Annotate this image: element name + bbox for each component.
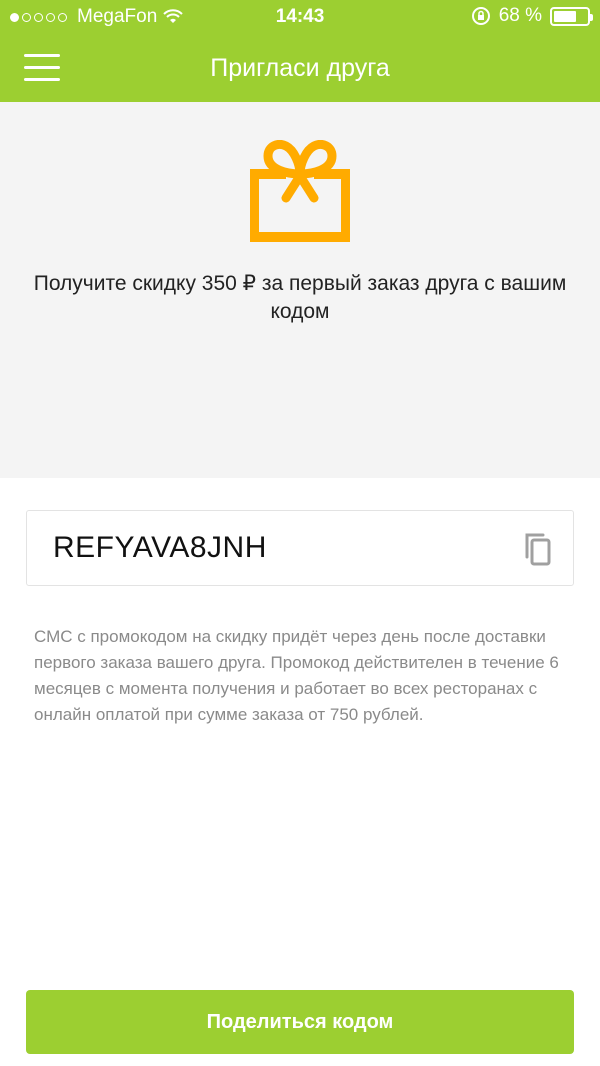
battery-percent: 68 % [498, 5, 542, 26]
top-bar: MegaFon 14:43 68 % Пригласи друга [0, 0, 600, 102]
status-bar: MegaFon 14:43 68 % [0, 0, 600, 34]
promo-code-field[interactable]: REFYAVA8JNH [26, 510, 574, 586]
rotation-lock-icon [471, 7, 490, 25]
page-title: Пригласи друга [210, 54, 390, 82]
discount-message: Получите скидку 350 ₽ за первый заказ др… [33, 272, 567, 323]
nav-bar: Пригласи друга [0, 34, 600, 102]
invite-friend-screen: MegaFon 14:43 68 % Пригласи друга Получи… [0, 0, 600, 1066]
battery-icon [550, 6, 593, 26]
gift-icon [250, 140, 350, 242]
status-right: 68 % [471, 5, 593, 27]
terms-note: СМС с промокодом на скидку придёт через … [34, 627, 559, 724]
hero-section: Получите скидку 350 ₽ за первый заказ др… [0, 102, 600, 478]
share-code-button[interactable]: Поделиться кодом [26, 990, 574, 1054]
copy-icon[interactable] [523, 531, 553, 567]
promo-code[interactable]: REFYAVA8JNH [53, 531, 267, 565]
